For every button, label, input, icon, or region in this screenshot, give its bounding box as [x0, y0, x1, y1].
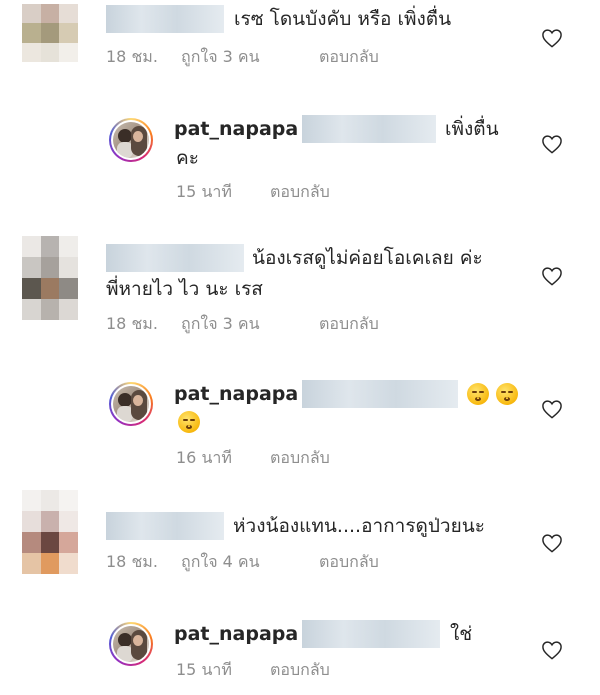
avatar-pixelated[interactable]: [22, 4, 78, 62]
heart-outline-icon[interactable]: [541, 399, 563, 419]
reply-button[interactable]: ตอบกลับ: [319, 551, 379, 573]
avatar-pat-napapa[interactable]: [109, 622, 153, 666]
comment-meta: 18 ชม. ถูกใจ 3 คน ตอบกลับ: [106, 46, 406, 68]
heart-outline-icon[interactable]: [541, 533, 563, 553]
username-redacted[interactable]: [106, 512, 224, 540]
relieved-face-emoji: [496, 383, 518, 405]
reply-time: 16 นาที: [176, 448, 232, 467]
reply-meta: 15 นาที ตอบกลับ: [176, 659, 426, 681]
reply-button[interactable]: ตอบกลับ: [319, 313, 379, 335]
avatar-pixelated[interactable]: [22, 236, 78, 320]
reply-button[interactable]: ตอบกลับ: [270, 181, 330, 203]
relieved-face-emoji: [178, 411, 200, 433]
username-redacted[interactable]: [106, 5, 224, 33]
reply-button[interactable]: ตอบกลับ: [270, 447, 330, 469]
likes-count[interactable]: ถูกใจ 3 คน: [181, 313, 260, 335]
heart-outline-icon[interactable]: [541, 640, 563, 660]
heart-outline-icon[interactable]: [541, 28, 563, 48]
comment-meta: 18 ชม. ถูกใจ 4 คน ตอบกลับ: [106, 551, 406, 573]
reply-button[interactable]: ตอบกลับ: [270, 659, 330, 681]
comment-time: 18 ชม.: [106, 552, 158, 571]
reply-button[interactable]: ตอบกลับ: [319, 46, 379, 68]
avatar-pixelated[interactable]: [22, 490, 78, 574]
mention-redacted[interactable]: [302, 115, 436, 143]
heart-outline-icon[interactable]: [541, 134, 563, 154]
reply-text: เพิ่งตื่น: [445, 118, 499, 140]
comment-text: น้องเรสดูไม่ค่อยโอเคเลย ค่ะ: [252, 247, 483, 269]
likes-count[interactable]: ถูกใจ 3 คน: [181, 46, 260, 68]
reply-time: 15 นาที: [176, 660, 232, 679]
comment-text: ห่วงน้องแทน....อาการดูป่วยนะ: [233, 515, 485, 537]
relieved-face-emoji: [467, 383, 489, 405]
reply-meta: 16 นาที ตอบกลับ: [176, 447, 426, 469]
reply-meta: 15 นาที ตอบกลับ: [176, 181, 426, 203]
reply-username[interactable]: pat_napapa: [174, 620, 298, 648]
reply-text: ใช่: [450, 623, 473, 645]
reply-text-line2: คะ: [176, 147, 199, 169]
comment-text-line2: พี่หายไว ไว นะ เรส: [106, 278, 263, 300]
username-redacted[interactable]: [106, 244, 244, 272]
heart-outline-icon[interactable]: [541, 266, 563, 286]
avatar-pat-napapa[interactable]: [109, 382, 153, 426]
mention-redacted[interactable]: [302, 620, 440, 648]
likes-count[interactable]: ถูกใจ 4 คน: [181, 551, 260, 573]
reply-username[interactable]: pat_napapa: [174, 115, 298, 143]
comment-text: เรซ โดนบังคับ หรือ เพิ่งตื่น: [234, 8, 452, 30]
reply-time: 15 นาที: [176, 182, 232, 201]
reply-username[interactable]: pat_napapa: [174, 380, 298, 408]
mention-redacted[interactable]: [302, 380, 458, 408]
comment-time: 18 ชม.: [106, 47, 158, 66]
avatar-pat-napapa[interactable]: [109, 118, 153, 162]
comment-time: 18 ชม.: [106, 314, 158, 333]
comment-meta: 18 ชม. ถูกใจ 3 คน ตอบกลับ: [106, 313, 406, 335]
